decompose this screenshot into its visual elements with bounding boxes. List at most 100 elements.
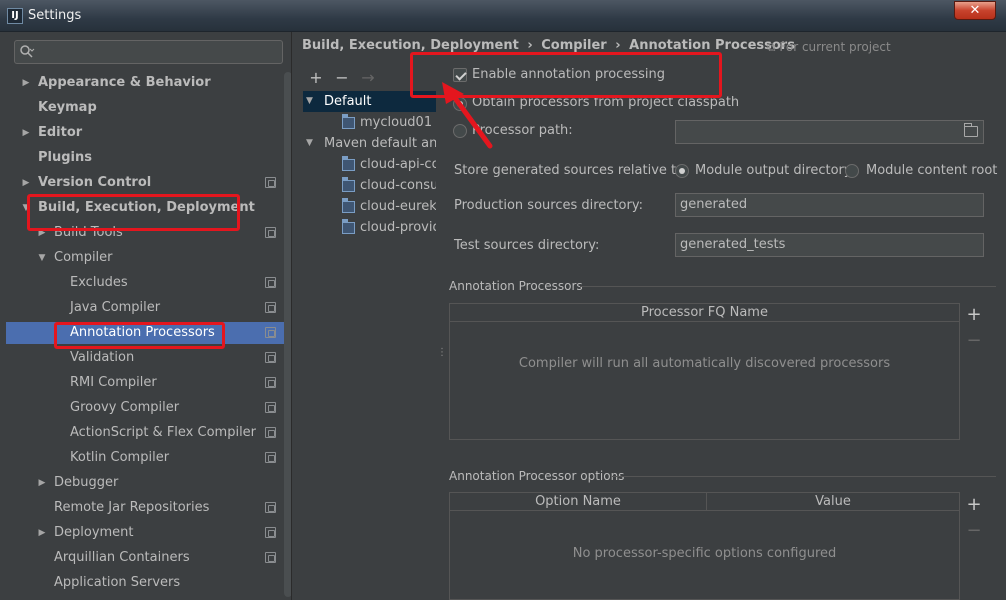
processor-options-section-title: Annotation Processor options	[449, 469, 625, 483]
options-table-header: Option Name Value	[450, 493, 959, 511]
sidebar-item-label: ActionScript & Flex Compiler	[70, 425, 257, 440]
remove-processor-button[interactable]: −	[964, 331, 984, 351]
module-icon	[342, 198, 355, 213]
annotation-arrow-icon	[442, 82, 493, 149]
collapsed-arrow-icon[interactable]: ▶	[20, 122, 32, 144]
sidebar-item-label: Editor	[38, 125, 83, 140]
project-settings-icon	[265, 277, 276, 288]
option-value-header[interactable]: Value	[707, 493, 959, 511]
project-settings-icon	[265, 302, 276, 313]
module-icon	[342, 177, 355, 192]
profile-item[interactable]: ▼ Maven default annotation processors pro…	[303, 133, 436, 154]
processor-fq-name-header[interactable]: Processor FQ Name	[450, 304, 959, 322]
sidebar-item-compiler[interactable]: ▼ Compiler	[6, 247, 290, 269]
sidebar-item-actionscript-flex-compiler[interactable]: ActionScript & Flex Compiler	[6, 422, 290, 444]
sidebar-item-debugger[interactable]: ▶ Debugger	[6, 472, 290, 494]
collapsed-arrow-icon[interactable]: ▶	[36, 472, 48, 494]
splitter-handle[interactable]: ⋮	[437, 347, 447, 361]
section-divider	[580, 286, 996, 287]
close-window-button[interactable]: ✕	[954, 1, 996, 20]
scope-indicator: ⧉ For current project	[767, 40, 891, 55]
processors-empty-message: Compiler will run all automatically disc…	[518, 356, 891, 371]
sidebar-item-version-control[interactable]: ▶ Version Control	[6, 172, 290, 194]
project-settings-icon	[265, 552, 276, 563]
project-settings-icon	[265, 227, 276, 238]
add-profile-button[interactable]: +	[305, 66, 327, 90]
collapsed-arrow-icon[interactable]: ▶	[36, 522, 48, 544]
add-processor-button[interactable]: +	[964, 305, 984, 325]
sidebar-item-label: Application Servers	[54, 575, 181, 590]
sidebar-item-label: Compiler	[54, 250, 113, 265]
expanded-arrow-icon[interactable]: ▼	[306, 91, 313, 112]
collapsed-arrow-icon[interactable]: ▶	[20, 172, 32, 194]
sidebar-item-groovy-compiler[interactable]: Groovy Compiler	[6, 397, 290, 419]
sidebar-item-label: Java Compiler	[70, 300, 161, 315]
annotation-processors-settings: Enable annotation processing Obtain proc…	[442, 60, 1006, 600]
annotation-highlight-box	[54, 322, 225, 349]
sidebar-item-kotlin-compiler[interactable]: Kotlin Compiler	[6, 447, 290, 469]
processor-options-table[interactable]: Option Name Value No processor-specific …	[449, 492, 960, 600]
module-item[interactable]: cloud-eureka-server7001	[303, 196, 436, 217]
module-item[interactable]: mycloud01	[303, 112, 436, 133]
module-output-radio[interactable]	[675, 164, 689, 178]
module-item[interactable]: cloud-provider-payment8001	[303, 217, 436, 238]
option-name-header[interactable]: Option Name	[450, 493, 706, 511]
store-generated-label: Store generated sources relative to:	[454, 163, 689, 178]
sidebar-item-arquillian-containers[interactable]: Arquillian Containers	[6, 547, 290, 569]
add-option-button[interactable]: +	[964, 495, 984, 515]
sidebar-item-editor[interactable]: ▶ Editor	[6, 122, 290, 144]
sidebar-item-excludes[interactable]: Excludes	[6, 272, 290, 294]
move-module-button[interactable]: →	[357, 66, 379, 90]
sidebar-item-plugins[interactable]: Plugins	[6, 147, 290, 169]
sidebar-item-label: Groovy Compiler	[70, 400, 180, 415]
sidebar-item-application-servers[interactable]: Application Servers	[6, 572, 290, 594]
profile-item-label: mycloud01	[360, 115, 433, 130]
module-icon	[342, 114, 355, 129]
options-empty-message: No processor-specific options configured	[572, 546, 837, 561]
module-content-radio[interactable]	[845, 164, 859, 178]
project-settings-icon	[265, 327, 276, 338]
collapsed-arrow-icon[interactable]: ▶	[20, 72, 32, 94]
project-settings-icon	[265, 402, 276, 413]
profile-item-label: cloud-api-commons	[360, 157, 436, 172]
sidebar-item-keymap[interactable]: Keymap	[6, 97, 290, 119]
sidebar-item-appearance-behavior[interactable]: ▶ Appearance & Behavior	[6, 72, 290, 94]
profile-item-label: cloud-provider-payment8001	[360, 220, 436, 235]
sidebar-item-validation[interactable]: Validation	[6, 347, 290, 369]
sidebar-item-remote-jar-repositories[interactable]: Remote Jar Repositories	[6, 497, 290, 519]
remove-option-button[interactable]: −	[964, 521, 984, 541]
settings-search-input[interactable]	[14, 40, 283, 64]
sidebar-item-rmi-compiler[interactable]: RMI Compiler	[6, 372, 290, 394]
panel-divider	[291, 32, 292, 600]
sidebar-item-label: Arquillian Containers	[54, 550, 190, 565]
project-settings-icon	[265, 527, 276, 538]
production-sources-input[interactable]: generated	[675, 193, 984, 217]
annotation-processors-section-title: Annotation Processors	[449, 279, 583, 293]
expanded-arrow-icon[interactable]: ▼	[306, 133, 313, 154]
breadcrumb-item: Build, Execution, Deployment	[302, 38, 519, 53]
module-item[interactable]: cloud-api-commons	[303, 154, 436, 175]
project-settings-icon	[265, 427, 276, 438]
breadcrumb-separator: ›	[615, 38, 621, 53]
project-scope-icon: ⧉	[767, 40, 780, 54]
sidebar-item-label: Appearance & Behavior	[38, 75, 211, 90]
sidebar-item-java-compiler[interactable]: Java Compiler	[6, 297, 290, 319]
sidebar-item-label: Plugins	[38, 150, 92, 165]
processor-path-input[interactable]	[675, 120, 984, 144]
production-sources-label: Production sources directory:	[454, 198, 643, 213]
expanded-arrow-icon[interactable]: ▼	[36, 247, 48, 269]
module-item[interactable]: cloud-consumer-order80	[303, 175, 436, 196]
sidebar-item-label: RMI Compiler	[70, 375, 157, 390]
remove-profile-button[interactable]: −	[331, 66, 353, 90]
project-settings-icon	[265, 452, 276, 463]
sidebar-item-label: Keymap	[38, 100, 97, 115]
sidebar-item-deployment[interactable]: ▶ Deployment	[6, 522, 290, 544]
project-settings-icon	[265, 177, 276, 188]
module-output-label: Module output directory	[695, 163, 852, 178]
processors-table[interactable]: Processor FQ Name Compiler will run all …	[449, 303, 960, 440]
breadcrumb-item: Compiler	[541, 38, 607, 53]
section-divider	[612, 476, 996, 477]
browse-folder-icon[interactable]	[964, 123, 978, 137]
sidebar-item-label: Version Control	[38, 175, 152, 190]
test-sources-input[interactable]: generated_tests	[675, 233, 984, 257]
